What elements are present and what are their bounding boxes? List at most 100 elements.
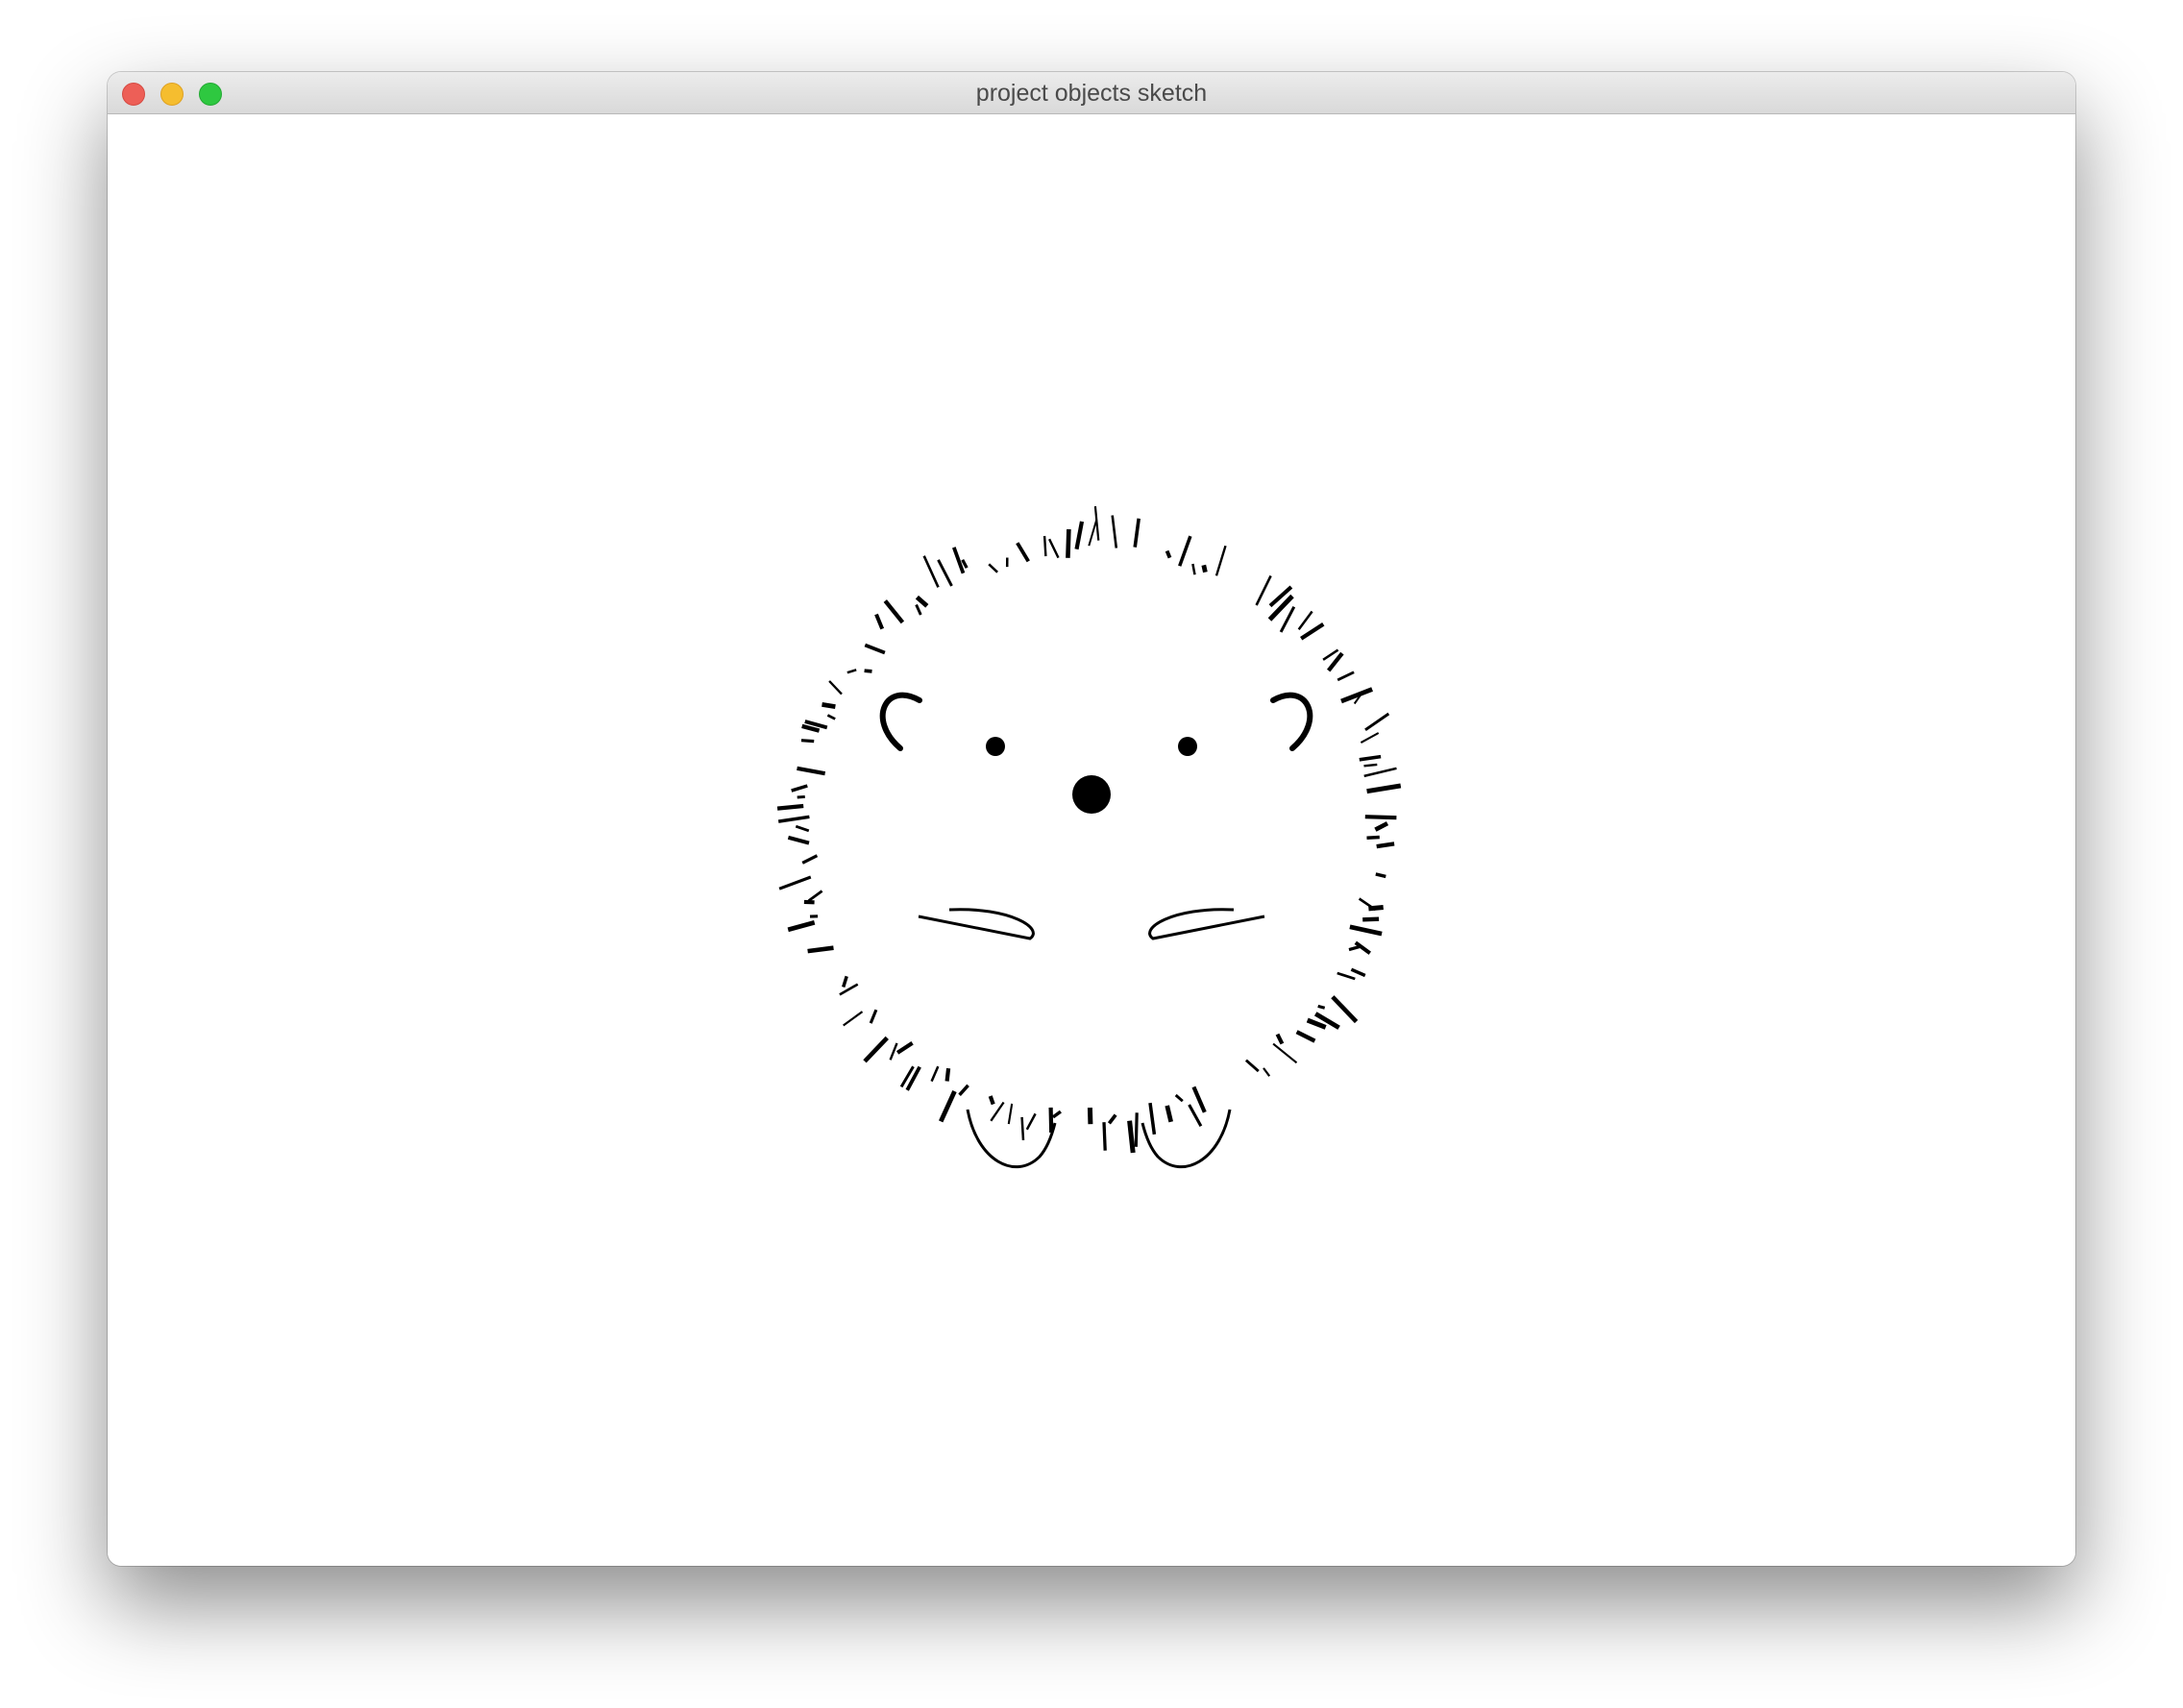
spine bbox=[958, 1084, 969, 1096]
spine bbox=[1359, 754, 1382, 762]
spine bbox=[1363, 767, 1397, 778]
spine bbox=[1178, 535, 1192, 567]
spines bbox=[776, 505, 1402, 1154]
spine bbox=[1272, 1042, 1298, 1064]
spine bbox=[1191, 1086, 1207, 1113]
spine bbox=[1375, 872, 1386, 879]
spine bbox=[883, 599, 905, 624]
spine bbox=[797, 766, 826, 776]
left-whisker bbox=[918, 908, 1035, 940]
title-bar[interactable]: project objects sketch bbox=[108, 72, 2075, 114]
spine bbox=[1244, 1059, 1260, 1073]
spine bbox=[1255, 574, 1272, 606]
left-ear bbox=[879, 692, 922, 751]
spine bbox=[1165, 1105, 1173, 1123]
spine bbox=[1366, 835, 1380, 840]
spine bbox=[939, 1090, 957, 1123]
spine bbox=[930, 1065, 940, 1083]
left-foot bbox=[966, 1109, 1057, 1168]
spine bbox=[1348, 945, 1361, 952]
spine bbox=[1374, 821, 1389, 832]
spine bbox=[787, 920, 816, 933]
spine bbox=[889, 1042, 898, 1061]
spine bbox=[778, 875, 812, 891]
right-foot bbox=[1141, 1109, 1232, 1168]
spine bbox=[1337, 971, 1356, 981]
spine bbox=[988, 563, 998, 573]
spine bbox=[961, 559, 969, 569]
spine bbox=[842, 975, 848, 988]
spine bbox=[1007, 1103, 1014, 1125]
spine bbox=[1087, 1108, 1093, 1125]
spine bbox=[874, 613, 885, 630]
spine bbox=[1306, 1017, 1327, 1030]
spine bbox=[1188, 1104, 1203, 1128]
spine bbox=[826, 714, 836, 720]
spine bbox=[869, 1009, 878, 1024]
spine bbox=[1362, 916, 1380, 922]
spine bbox=[1051, 1110, 1062, 1119]
spine bbox=[864, 643, 886, 655]
spine bbox=[1016, 542, 1030, 563]
spine bbox=[807, 945, 834, 954]
spine bbox=[1363, 763, 1378, 768]
spine bbox=[944, 1067, 951, 1082]
spine bbox=[800, 739, 815, 744]
spine bbox=[1020, 1116, 1025, 1140]
right-eye bbox=[1178, 737, 1197, 756]
spine bbox=[1088, 519, 1098, 547]
sketch-canvas[interactable] bbox=[108, 114, 2075, 1566]
spine bbox=[1111, 515, 1118, 549]
spine bbox=[776, 803, 804, 811]
spine bbox=[1297, 610, 1313, 631]
spine bbox=[1376, 842, 1395, 849]
nose bbox=[1072, 775, 1111, 814]
spine bbox=[1074, 521, 1085, 550]
spine bbox=[1107, 1113, 1117, 1125]
spine bbox=[1360, 732, 1380, 744]
spine bbox=[1201, 564, 1208, 573]
spine bbox=[1066, 528, 1071, 558]
spine bbox=[843, 1011, 864, 1027]
window-title: project objects sketch bbox=[975, 80, 1208, 107]
spine bbox=[915, 595, 929, 608]
spine bbox=[787, 835, 810, 845]
spine bbox=[1366, 783, 1402, 794]
sketch-window: project objects sketch bbox=[108, 72, 2075, 1566]
spine bbox=[1133, 518, 1141, 548]
right-ear bbox=[1270, 692, 1313, 751]
spine bbox=[777, 815, 810, 823]
spine bbox=[807, 890, 823, 902]
spine bbox=[1102, 1122, 1107, 1151]
spine bbox=[895, 1041, 914, 1055]
spine bbox=[1349, 924, 1383, 937]
spine bbox=[1134, 1112, 1139, 1147]
spine bbox=[1337, 671, 1355, 682]
spine bbox=[822, 702, 836, 709]
spine bbox=[937, 559, 953, 587]
spine bbox=[988, 1095, 995, 1106]
spine bbox=[1214, 545, 1227, 576]
spine bbox=[1127, 1120, 1136, 1154]
spine bbox=[1279, 606, 1296, 633]
spine bbox=[801, 723, 821, 733]
spine bbox=[1191, 563, 1196, 575]
spine bbox=[1048, 1107, 1054, 1134]
spine bbox=[791, 784, 808, 793]
spine bbox=[846, 669, 857, 674]
spine bbox=[1364, 712, 1390, 732]
left-eye bbox=[986, 737, 1005, 756]
spine bbox=[1317, 1004, 1326, 1010]
spine bbox=[1368, 905, 1384, 912]
spine bbox=[1165, 549, 1172, 559]
spine bbox=[1042, 535, 1047, 557]
spine bbox=[1331, 995, 1359, 1024]
spine bbox=[922, 555, 940, 588]
spine bbox=[1048, 538, 1060, 559]
spine bbox=[915, 603, 922, 616]
spine bbox=[1295, 1030, 1316, 1043]
right-whisker bbox=[1148, 908, 1265, 940]
spine bbox=[1148, 1102, 1157, 1135]
spine bbox=[1275, 1033, 1285, 1045]
spine bbox=[1350, 967, 1366, 978]
